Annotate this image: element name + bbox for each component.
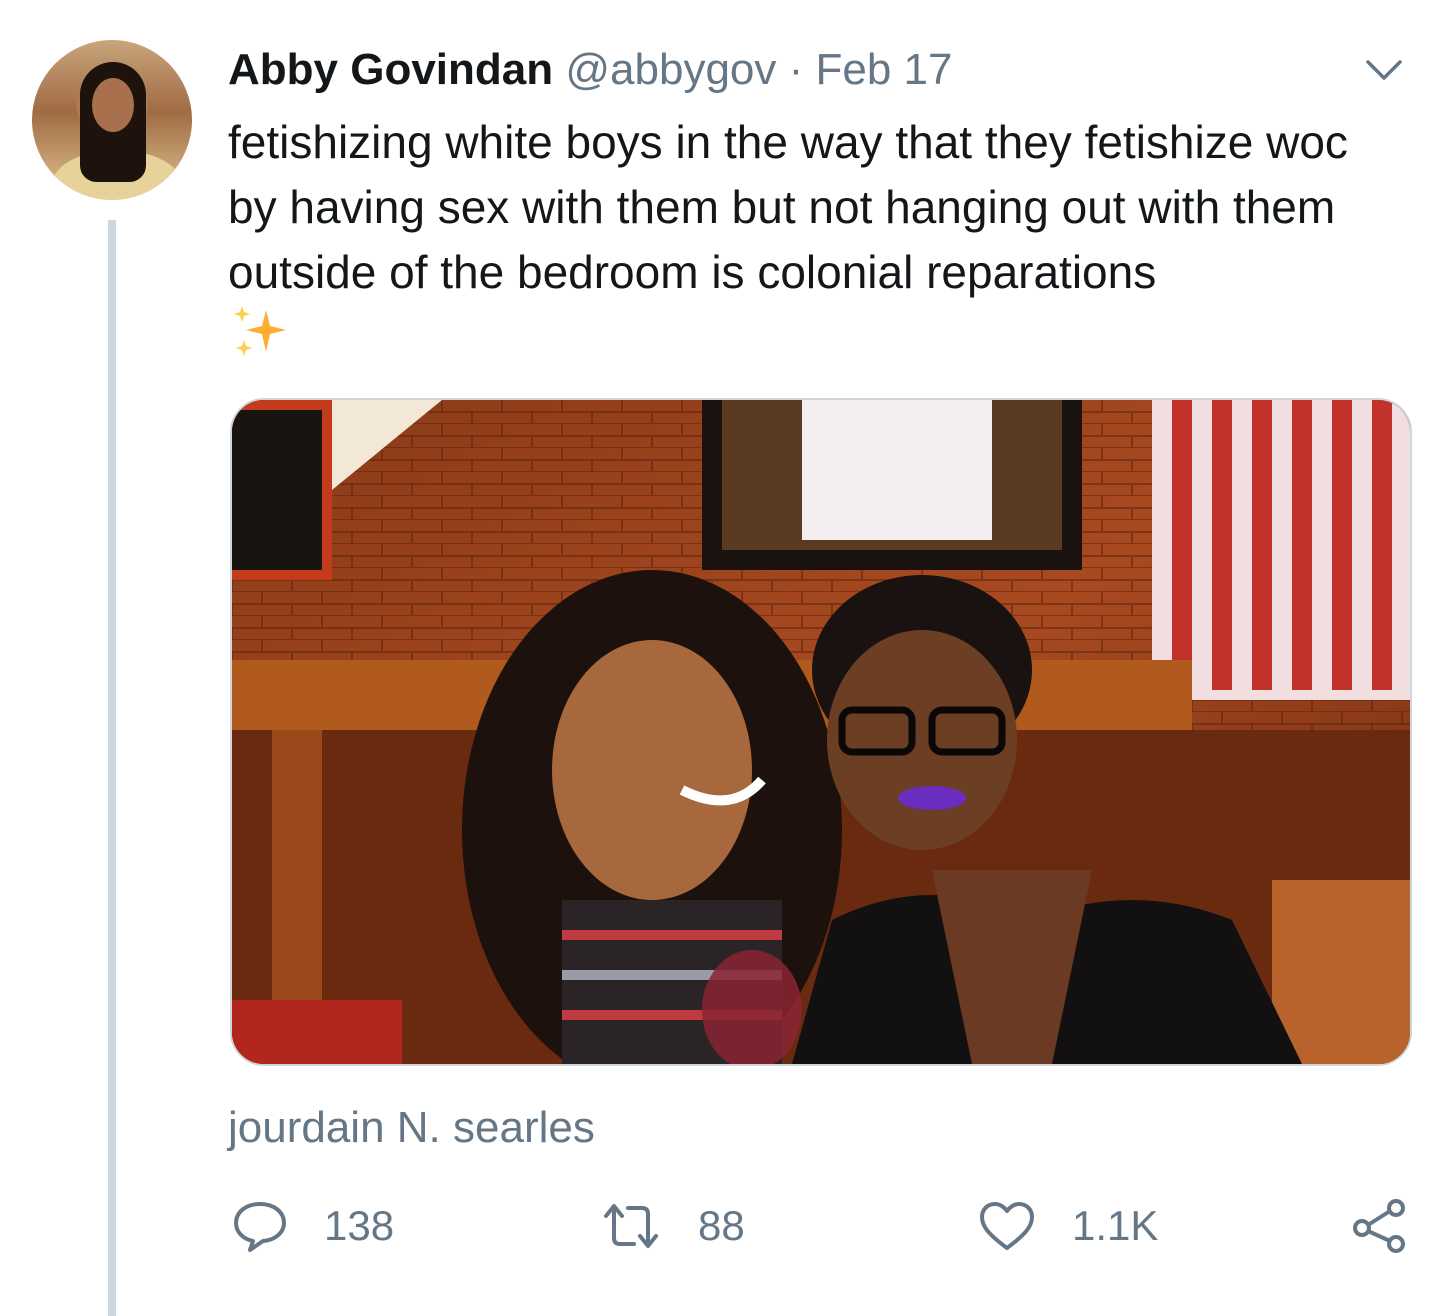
sparkles-icon (234, 306, 286, 356)
header-separator: · (788, 45, 804, 94)
photo-scene (232, 400, 1410, 1064)
author-handle[interactable]: @abbygov (565, 45, 776, 94)
tweet-text: fetishizing white boys in the way that t… (228, 116, 1348, 298)
avatar[interactable] (32, 40, 192, 200)
retweet-button[interactable]: 88 (600, 1196, 745, 1256)
tweet-photo[interactable] (230, 398, 1412, 1066)
avatar-face (92, 78, 134, 132)
like-button[interactable]: 1.1K (978, 1196, 1158, 1256)
reply-icon (234, 1202, 286, 1252)
tweet[interactable]: Abby Govindan @abbygov · Feb 17 fetishiz… (0, 0, 1440, 1316)
author-name[interactable]: Abby Govindan (228, 45, 553, 94)
tweet-header: Abby Govindan @abbygov · Feb 17 (228, 44, 953, 96)
heart-icon (980, 1202, 1034, 1250)
reply-button[interactable]: 138 (232, 1196, 394, 1256)
thread-line (108, 220, 116, 1316)
photo-attribution[interactable]: jourdain N. searles (228, 1100, 595, 1156)
retweet-icon (604, 1204, 658, 1248)
retweet-count: 88 (698, 1202, 745, 1249)
tweet-actions: 138 88 1.1K (0, 1196, 1440, 1256)
share-button[interactable] (1352, 1196, 1440, 1256)
like-count: 1.1K (1072, 1202, 1159, 1249)
tweet-date[interactable]: Feb 17 (816, 45, 953, 94)
share-icon (1353, 1199, 1405, 1253)
reply-count: 138 (324, 1202, 395, 1249)
chevron-down-icon[interactable] (1364, 56, 1404, 84)
